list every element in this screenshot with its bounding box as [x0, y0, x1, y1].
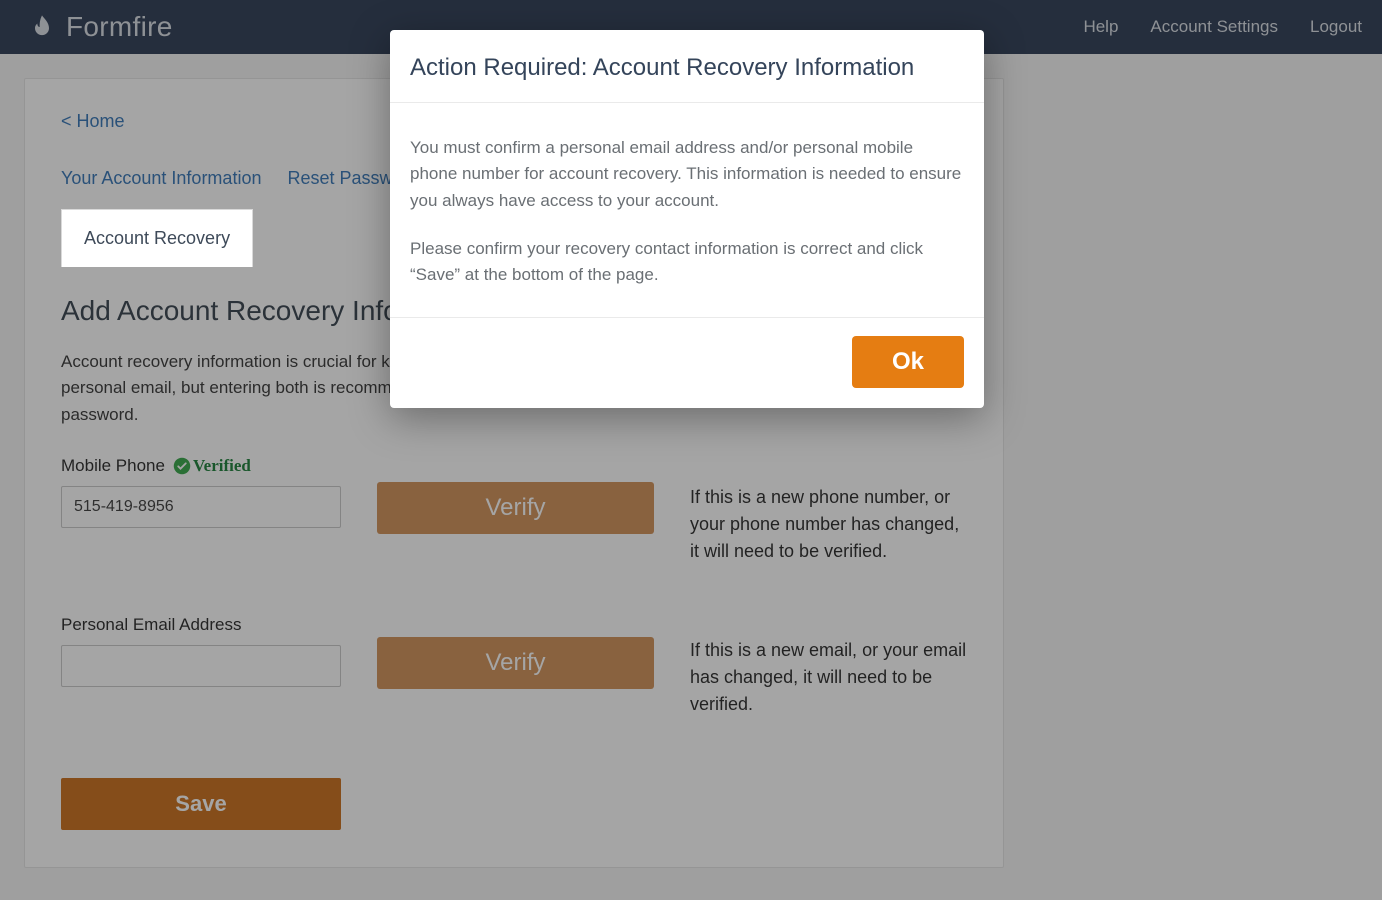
modal-footer: Ok: [390, 318, 984, 408]
modal-header: Action Required: Account Recovery Inform…: [390, 30, 984, 103]
modal-dialog: Action Required: Account Recovery Inform…: [390, 30, 984, 408]
ok-button[interactable]: Ok: [852, 336, 964, 388]
tab-account-recovery[interactable]: Account Recovery: [61, 209, 253, 267]
modal-paragraph-1: You must confirm a personal email addres…: [410, 135, 964, 214]
modal-paragraph-2: Please confirm your recovery contact inf…: [410, 236, 964, 289]
modal-body: You must confirm a personal email addres…: [390, 103, 984, 318]
modal-title: Action Required: Account Recovery Inform…: [410, 54, 964, 82]
